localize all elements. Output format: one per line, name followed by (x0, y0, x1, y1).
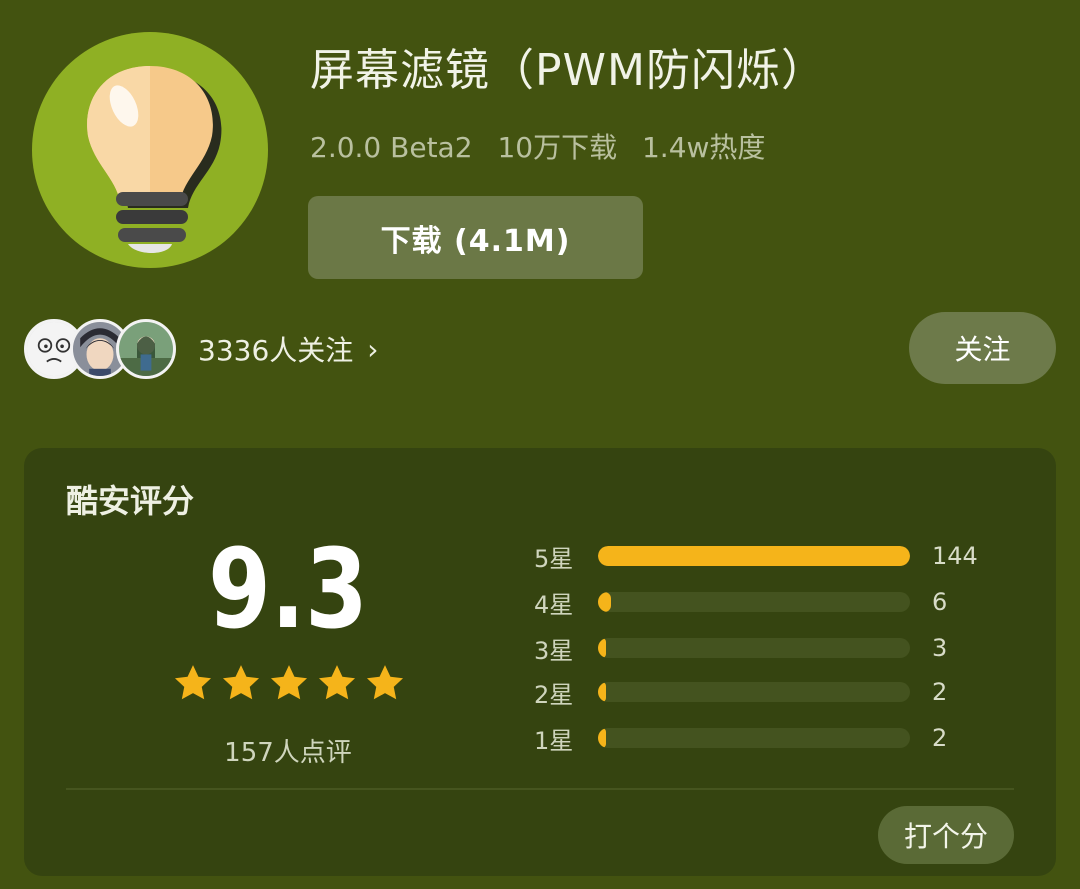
star-icon (174, 665, 212, 700)
followers-link[interactable]: 3336人关注 › (24, 316, 378, 382)
rating-bar-track (598, 592, 910, 612)
rating-bar-fill (598, 728, 606, 748)
rating-bar-fill (598, 682, 606, 702)
rating-row: 3星 3 (534, 634, 992, 665)
heat-text: 1.4w热度 (641, 131, 766, 164)
rating-row: 2星 2 (534, 678, 992, 709)
rating-row: 5星 144 (534, 542, 992, 573)
avatar-anime-girl (116, 319, 176, 379)
rating-row-count: 144 (932, 542, 978, 570)
rating-bar-fill (598, 546, 910, 566)
star-icon (366, 665, 404, 700)
app-icon (32, 32, 268, 268)
rating-bar-track (598, 546, 910, 566)
rating-card: 酷安评分 9.3 157人点评 5星 144 4星 6 3星 3 2星 2 1星 2 打个分 (24, 448, 1056, 876)
rating-row-label: 1星 (534, 726, 574, 755)
downloads-text: 10万下载 (497, 131, 618, 164)
rating-bar-track (598, 728, 910, 748)
rating-title: 酷安评分 (66, 482, 195, 520)
chevron-right-icon: › (367, 332, 379, 366)
rating-row-count: 2 (932, 724, 948, 752)
star-icon (222, 665, 260, 700)
review-count: 157人点评 (224, 738, 352, 768)
download-button[interactable]: 下载 (4.1M) (308, 196, 643, 279)
rating-bar-track (598, 638, 910, 658)
star-rating (172, 662, 412, 704)
follow-button[interactable]: 关注 (909, 312, 1056, 384)
rating-row: 4星 6 (534, 588, 992, 619)
rating-row-label: 4星 (534, 590, 574, 619)
divider (66, 788, 1014, 790)
app-title: 屏幕滤镜（PWM防闪烁） (310, 45, 827, 96)
rating-row: 1星 2 (534, 724, 992, 755)
star-icon (318, 665, 356, 700)
rating-row-count: 3 (932, 634, 948, 662)
followers-count: 3336人关注 (198, 334, 354, 367)
rating-bar-track (598, 682, 910, 702)
rating-row-label: 3星 (534, 636, 574, 665)
lightbulb-icon (32, 32, 268, 268)
version-text: 2.0.0 Beta2 (310, 131, 473, 164)
rate-button[interactable]: 打个分 (878, 806, 1014, 864)
rating-bar-fill (598, 592, 611, 612)
rating-row-count: 2 (932, 678, 948, 706)
rating-bar-fill (598, 638, 606, 658)
rating-row-count: 6 (932, 588, 948, 616)
star-icon (270, 665, 308, 700)
rating-row-label: 2星 (534, 680, 574, 709)
app-meta: 2.0.0 Beta2 10万下载 1.4w热度 (310, 126, 781, 166)
rating-row-label: 5星 (534, 544, 574, 573)
rating-score: 9.3 (208, 525, 368, 653)
